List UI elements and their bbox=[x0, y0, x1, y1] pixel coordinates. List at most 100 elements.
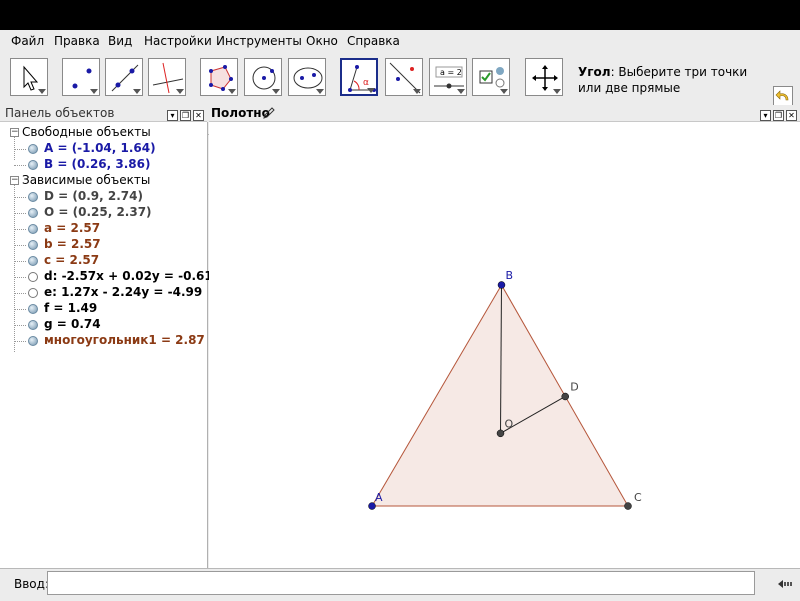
algebra-object-row[interactable]: e: 1.27x - 2.24y = -4.99 bbox=[0, 285, 207, 301]
graphics-view-title: Полотно bbox=[211, 106, 270, 120]
visibility-toggle-icon[interactable] bbox=[28, 208, 38, 218]
geometry-canvas[interactable]: A B C D O bbox=[209, 122, 800, 568]
point-label-o: O bbox=[505, 417, 514, 430]
slider-tool-button[interactable]: a = 2 bbox=[429, 58, 467, 96]
visibility-toggle-icon[interactable] bbox=[28, 304, 38, 314]
panel-detach-button[interactable]: ❐ bbox=[773, 110, 784, 121]
point-d[interactable] bbox=[561, 392, 569, 401]
algebra-object-text: f = 1.49 bbox=[44, 301, 98, 315]
visibility-toggle-icon[interactable] bbox=[28, 320, 38, 330]
algebra-object-row[interactable]: A = (-1.04, 1.64) bbox=[0, 141, 207, 157]
undo-arrow-icon bbox=[775, 90, 789, 101]
visibility-toggle-icon[interactable] bbox=[28, 144, 38, 154]
algebra-object-row[interactable]: c = 2.57 bbox=[0, 253, 207, 269]
tree-connector bbox=[14, 309, 26, 310]
panel-close-button[interactable]: ✕ bbox=[193, 110, 204, 121]
tree-connector bbox=[14, 325, 26, 326]
visibility-toggle-icon[interactable] bbox=[28, 272, 38, 282]
perpendicular-tool-button[interactable] bbox=[148, 58, 186, 96]
dependent-objects-folder[interactable]: − Зависимые объекты bbox=[0, 173, 207, 189]
panel-close-button[interactable]: ✕ bbox=[786, 110, 797, 121]
point-tool-button[interactable] bbox=[62, 58, 100, 96]
algebra-object-row[interactable]: многоугольник1 = 2.87 bbox=[0, 333, 207, 349]
tree-connector bbox=[14, 293, 26, 294]
algebra-object-text: B = (0.26, 3.86) bbox=[44, 157, 151, 171]
menu-file[interactable]: Файл bbox=[11, 34, 44, 48]
tree-connector bbox=[14, 341, 26, 342]
algebra-object-row[interactable]: B = (0.26, 3.86) bbox=[0, 157, 207, 173]
tool-help-text: Угол: Выберите три точки или две прямые bbox=[578, 64, 768, 96]
tree-connector bbox=[14, 165, 26, 166]
visibility-toggle-icon[interactable] bbox=[28, 336, 38, 346]
algebra-object-text: многоугольник1 = 2.87 bbox=[44, 333, 205, 347]
panel-menu-button[interactable]: ▾ bbox=[167, 110, 178, 121]
input-help-icon[interactable] bbox=[776, 577, 794, 591]
menu-window[interactable]: Окно bbox=[306, 34, 338, 48]
move-view-tool-button[interactable] bbox=[525, 58, 563, 96]
reflect-tool-button[interactable] bbox=[385, 58, 423, 96]
visibility-toggle-icon[interactable] bbox=[28, 288, 38, 298]
polygon-fill[interactable] bbox=[372, 284, 628, 507]
tree-connector bbox=[14, 213, 26, 214]
algebra-view-header: Панель объектов ▾ ❐ ✕ bbox=[0, 105, 207, 122]
collapse-icon[interactable]: − bbox=[10, 128, 19, 137]
point-label-c: C bbox=[634, 491, 642, 504]
algebra-object-row[interactable]: d: -2.57x + 0.02y = -0.61 bbox=[0, 269, 213, 285]
menu-edit[interactable]: Правка bbox=[54, 34, 100, 48]
line-tool-button[interactable] bbox=[105, 58, 143, 96]
angle-tool-button[interactable]: α bbox=[340, 58, 378, 96]
input-label: Ввод: bbox=[14, 577, 49, 591]
free-objects-folder[interactable]: − Свободные объекты bbox=[0, 125, 207, 141]
panel-detach-button[interactable]: ❐ bbox=[180, 110, 191, 121]
menu-view[interactable]: Вид bbox=[108, 34, 132, 48]
algebra-object-row[interactable]: f = 1.49 bbox=[0, 301, 207, 317]
algebra-object-text: e: 1.27x - 2.24y = -4.99 bbox=[44, 285, 203, 299]
point-label-d: D bbox=[570, 380, 578, 393]
command-input[interactable] bbox=[47, 571, 755, 595]
svg-text:a = 2: a = 2 bbox=[440, 68, 462, 77]
input-bar: Ввод: bbox=[0, 568, 800, 601]
point-label-a: A bbox=[375, 491, 383, 504]
point-label-b: B bbox=[505, 269, 513, 282]
checkbox-tool-button[interactable] bbox=[472, 58, 510, 96]
algebra-object-row[interactable]: a = 2.57 bbox=[0, 221, 207, 237]
dependent-objects-label: Зависимые объекты bbox=[22, 173, 151, 187]
conic-tool-button[interactable] bbox=[288, 58, 326, 96]
visibility-toggle-icon[interactable] bbox=[28, 192, 38, 202]
pencil-icon bbox=[263, 107, 275, 119]
algebra-object-row[interactable]: O = (0.25, 2.37) bbox=[0, 205, 207, 221]
tree-connector bbox=[14, 277, 26, 278]
panel-menu-button[interactable]: ▾ bbox=[760, 110, 771, 121]
algebra-object-text: a = 2.57 bbox=[44, 221, 101, 235]
algebra-object-row[interactable]: b = 2.57 bbox=[0, 237, 207, 253]
free-objects-label: Свободные объекты bbox=[22, 125, 151, 139]
algebra-object-text: g = 0.74 bbox=[44, 317, 101, 331]
menu-settings[interactable]: Настройки bbox=[144, 34, 212, 48]
menu-help[interactable]: Справка bbox=[347, 34, 400, 48]
visibility-toggle-icon[interactable] bbox=[28, 240, 38, 250]
algebra-object-text: A = (-1.04, 1.64) bbox=[44, 141, 156, 155]
algebra-object-text: b = 2.57 bbox=[44, 237, 101, 251]
tree-connector bbox=[14, 245, 26, 246]
menu-tools[interactable]: Инструменты bbox=[216, 34, 302, 48]
visibility-toggle-icon[interactable] bbox=[28, 160, 38, 170]
tree-connector bbox=[14, 229, 26, 230]
collapse-icon[interactable]: − bbox=[10, 176, 19, 185]
undo-button[interactable] bbox=[773, 86, 793, 106]
tree-connector bbox=[14, 149, 26, 150]
point-b[interactable] bbox=[497, 281, 506, 289]
visibility-toggle-icon[interactable] bbox=[28, 256, 38, 266]
tree-connector bbox=[14, 197, 26, 198]
algebra-object-text: c = 2.57 bbox=[44, 253, 100, 267]
point-o[interactable] bbox=[496, 429, 505, 438]
polygon-tool-button[interactable] bbox=[200, 58, 238, 96]
point-c[interactable] bbox=[624, 502, 632, 510]
visibility-toggle-icon[interactable] bbox=[28, 224, 38, 234]
algebra-object-row[interactable]: D = (0.9, 2.74) bbox=[0, 189, 207, 205]
move-tool-button[interactable] bbox=[10, 58, 48, 96]
algebra-object-row[interactable]: g = 0.74 bbox=[0, 317, 207, 333]
circle-tool-button[interactable] bbox=[244, 58, 282, 96]
graphics-view[interactable]: A B C D O bbox=[209, 122, 800, 568]
tree-connector bbox=[14, 261, 26, 262]
tool-help-name: Угол bbox=[578, 65, 611, 79]
